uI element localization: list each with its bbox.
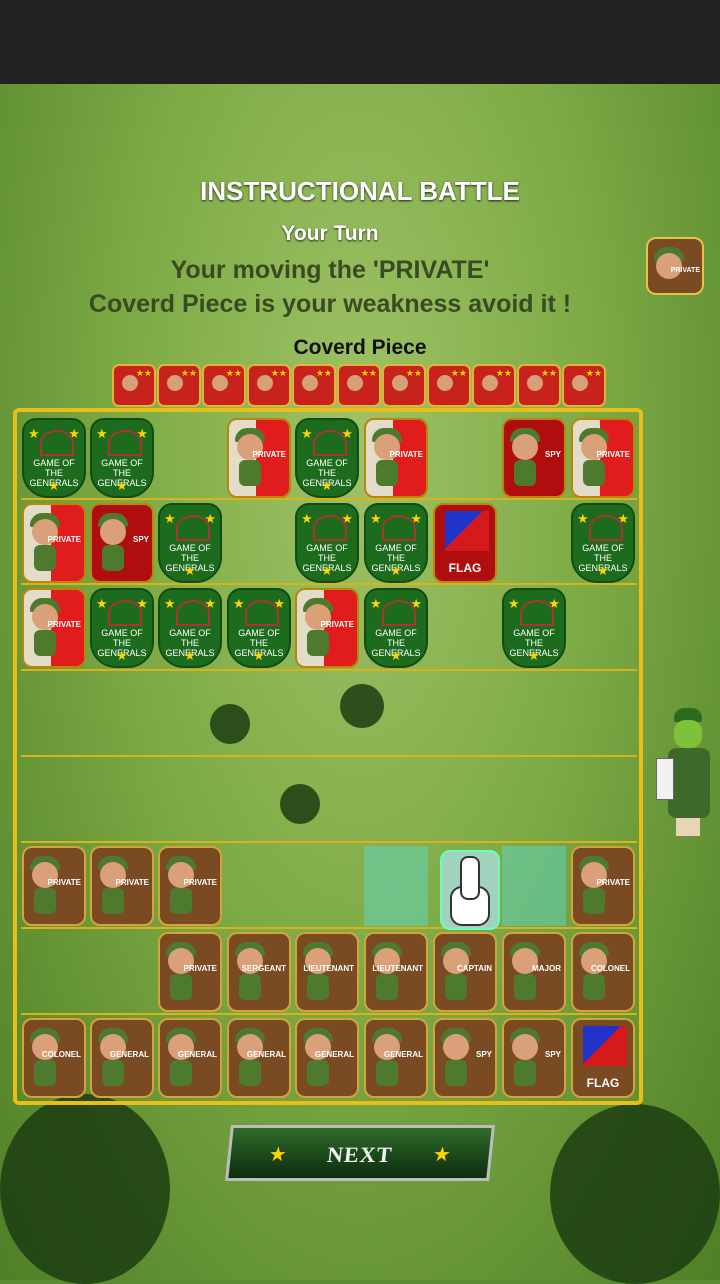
covered-enemy-piece[interactable]: ★ ★ GAME OF THE GENERALS ★ <box>158 503 222 583</box>
covered-enemy-piece[interactable]: ★ ★ GAME OF THE GENERALS ★ <box>502 588 566 668</box>
private-piece[interactable]: PRIVATE <box>571 846 635 926</box>
board-row-divider <box>21 498 637 500</box>
covered-enemy-piece[interactable]: ★ ★ GAME OF THE GENERALS ★ <box>295 418 359 498</box>
covered-enemy-piece[interactable]: ★ ★ GAME OF THE GENERALS ★ <box>158 588 222 668</box>
covered-pieces-row: ★★ ★★ ★★ ★★ ★★ ★★ ★★ ★★ ★★ ★★ ★★ <box>112 364 607 407</box>
general-piece[interactable]: GENERAL <box>90 1018 154 1098</box>
private-piece[interactable]: PRIVATE <box>295 588 359 668</box>
board-row-divider <box>21 583 637 585</box>
lieutenant-piece[interactable]: LIEUTENANT <box>295 932 359 1012</box>
star-icon: ★ <box>431 1144 452 1166</box>
general-piece[interactable]: GENERAL <box>227 1018 291 1098</box>
covered-piece-11: ★★ <box>562 364 606 407</box>
covered-enemy-piece[interactable]: ★ ★ GAME OF THE GENERALS ★ <box>364 588 428 668</box>
general-piece[interactable]: GENERAL <box>364 1018 428 1098</box>
private-piece[interactable]: PRIVATE <box>158 846 222 926</box>
general-piece[interactable]: GENERAL <box>295 1018 359 1098</box>
covered-enemy-piece[interactable]: ★ ★ GAME OF THE GENERALS ★ <box>295 503 359 583</box>
flag-piece[interactable]: FLAG <box>433 503 497 583</box>
covered-enemy-piece[interactable]: ★ ★ GAME OF THE GENERALS ★ <box>227 588 291 668</box>
board-row-divider <box>21 669 637 671</box>
spy-piece[interactable]: SPY <box>502 418 566 498</box>
private-piece[interactable]: PRIVATE <box>571 418 635 498</box>
spy-piece[interactable]: SPY <box>502 1018 566 1098</box>
spy-piece[interactable]: SPY <box>433 1018 497 1098</box>
private-piece[interactable]: PRIVATE <box>364 418 428 498</box>
general-mascot <box>656 708 712 838</box>
board-row-divider <box>21 1013 637 1015</box>
lieutenant-piece[interactable]: LIEUTENANT <box>364 932 428 1012</box>
battle-title: INSTRUCTIONAL BATTLE <box>200 176 520 206</box>
private-piece[interactable]: PRIVATE <box>227 418 291 498</box>
covered-piece-8: ★★ <box>427 364 471 407</box>
private-piece[interactable]: PRIVATE <box>22 503 86 583</box>
covered-enemy-piece[interactable]: ★ ★ GAME OF THE GENERALS ★ <box>90 418 154 498</box>
tap-hint-hand-icon[interactable] <box>440 850 500 930</box>
warning-message: Coverd Piece is your weakness avoid it ! <box>88 290 572 318</box>
flag-piece[interactable]: FLAG <box>571 1018 635 1098</box>
covered-piece-5: ★★ <box>292 364 336 407</box>
spy-piece[interactable]: SPY <box>90 503 154 583</box>
covered-piece-2: ★★ <box>157 364 201 407</box>
covered-piece-4: ★★ <box>247 364 291 407</box>
board-row-divider <box>21 841 637 843</box>
covered-enemy-piece[interactable]: ★ ★ GAME OF THE GENERALS ★ <box>571 503 635 583</box>
major-piece[interactable]: MAJOR <box>502 932 566 1012</box>
captain-piece[interactable]: CAPTAIN <box>433 932 497 1012</box>
colonel-piece[interactable]: COLONEL <box>571 932 635 1012</box>
covered-enemy-piece[interactable]: ★ ★ GAME OF THE GENERALS ★ <box>364 503 428 583</box>
turn-indicator: Your Turn <box>281 222 379 245</box>
general-piece[interactable]: GENERAL <box>158 1018 222 1098</box>
covered-piece-10: ★★ <box>517 364 561 407</box>
covered-enemy-piece[interactable]: ★ ★ GAME OF THE GENERALS ★ <box>90 588 154 668</box>
sergeant-piece[interactable]: SERGEANT <box>227 932 291 1012</box>
private-piece[interactable]: PRIVATE <box>158 932 222 1012</box>
covered-enemy-piece[interactable]: ★ ★ GAME OF THE GENERALS ★ <box>22 418 86 498</box>
covered-piece-1: ★★ <box>112 364 156 407</box>
next-button[interactable]: ★ NEXT ★ <box>225 1125 495 1181</box>
side-piece-private[interactable]: PRIVATE <box>646 237 704 295</box>
board-row-divider <box>21 755 637 757</box>
private-piece[interactable]: PRIVATE <box>22 846 86 926</box>
board-row-divider <box>21 927 637 929</box>
covered-piece-3: ★★ <box>202 364 246 407</box>
private-piece[interactable]: PRIVATE <box>90 846 154 926</box>
covered-piece-7: ★★ <box>382 364 426 407</box>
move-target-highlight[interactable] <box>364 846 428 926</box>
moving-message: Your moving the 'PRIVATE' <box>170 256 490 284</box>
covered-piece-label: Coverd Piece <box>293 336 427 359</box>
status-bar <box>0 0 720 84</box>
covered-piece-9: ★★ <box>472 364 516 407</box>
colonel-piece[interactable]: COLONEL <box>22 1018 86 1098</box>
game-board: ★ ★ GAME OF THE GENERALS ★ ★ ★ GAME OF THE GEN… <box>13 408 643 1105</box>
move-target-highlight[interactable] <box>502 846 566 926</box>
covered-piece-6: ★★ <box>337 364 381 407</box>
private-piece[interactable]: PRIVATE <box>22 588 86 668</box>
game-rules-sign[interactable] <box>656 758 674 800</box>
